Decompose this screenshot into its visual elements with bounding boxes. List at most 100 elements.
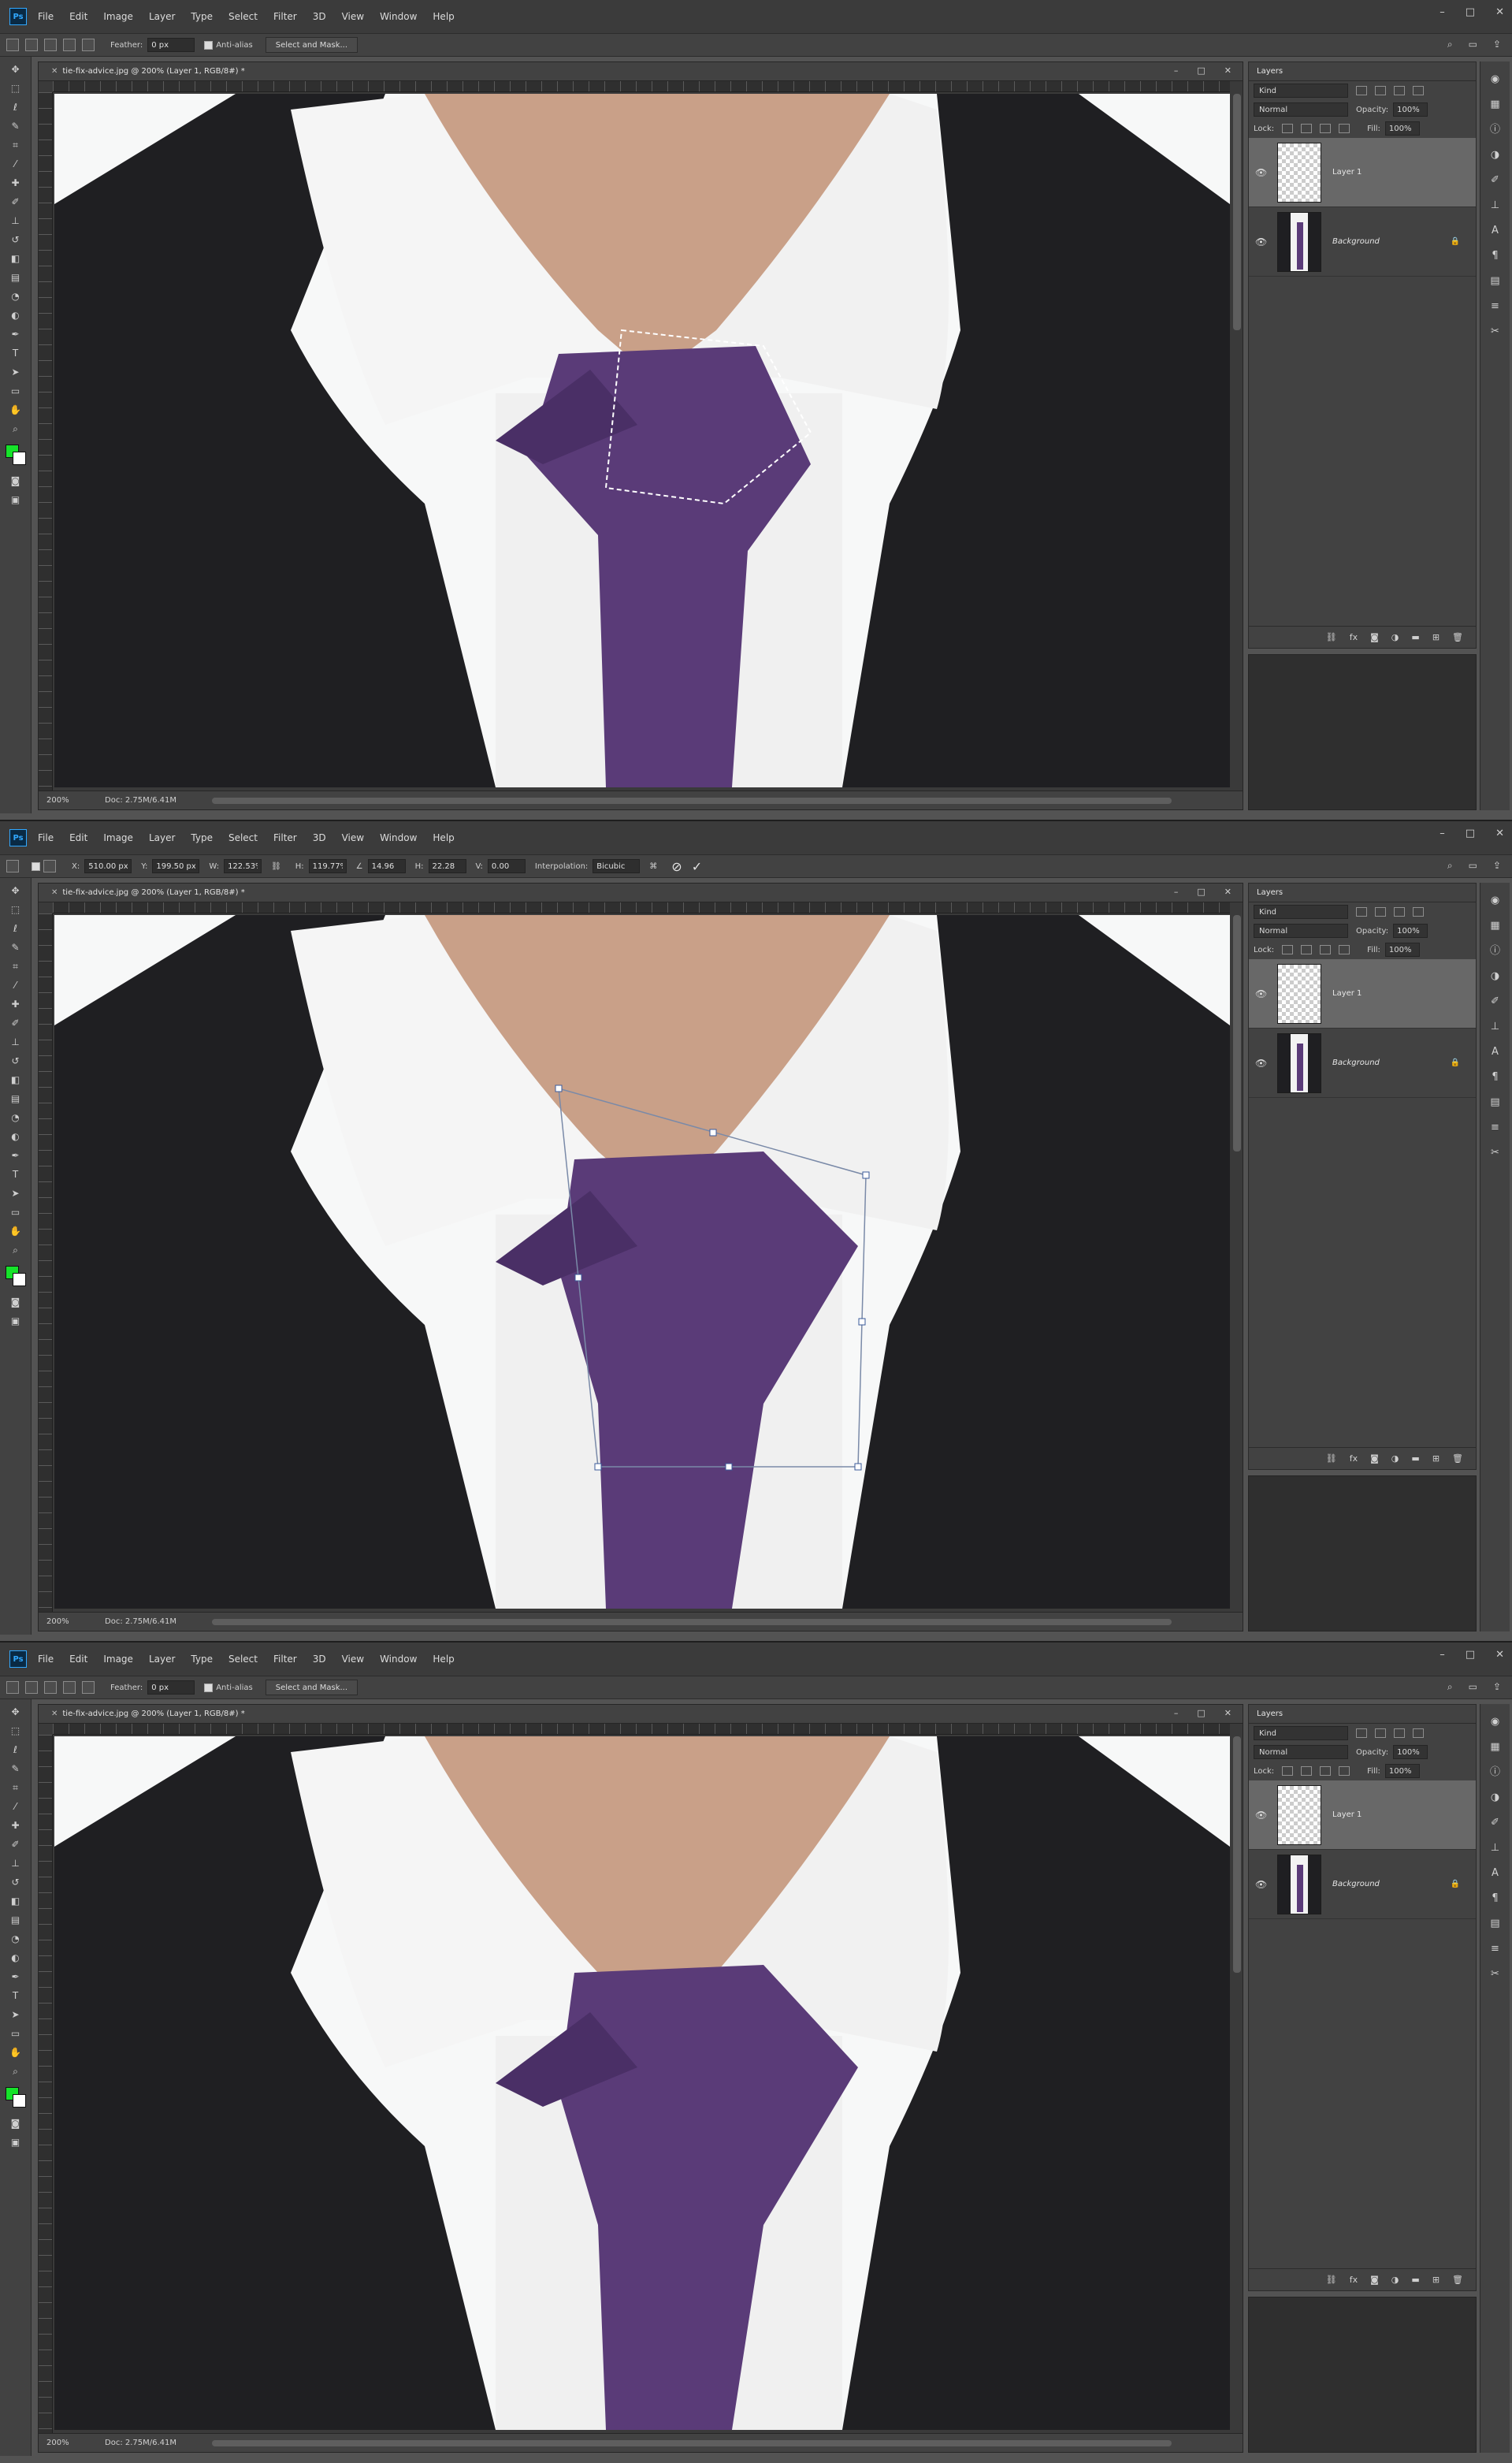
fx-icon[interactable]: fx	[1350, 632, 1358, 642]
search-icon[interactable]: ⌕	[1447, 1681, 1453, 1693]
clone-stamp-tool-icon[interactable]: ⊥	[8, 214, 24, 227]
fill-input[interactable]: 100%	[1384, 1764, 1420, 1778]
menu-filter[interactable]: Filter	[273, 11, 297, 22]
filter-pixel-icon[interactable]	[1356, 907, 1367, 917]
layer-row-background[interactable]: 👁 Background 🔒	[1249, 207, 1476, 277]
adjustments-icon[interactable]: ◑	[1488, 969, 1503, 984]
polygonal-lasso-preset-icon[interactable]	[6, 1681, 19, 1694]
filter-shape-icon[interactable]	[1413, 86, 1424, 95]
info-icon[interactable]: ⓘ	[1488, 944, 1503, 958]
new-selection-icon[interactable]	[25, 1681, 38, 1694]
new-selection-icon[interactable]	[25, 39, 38, 51]
reference-point-checkbox[interactable]	[32, 861, 40, 871]
blur-tool-icon[interactable]: ◔	[8, 1933, 24, 1945]
warp-icon[interactable]: ⌘	[649, 862, 657, 871]
shape-tool-icon[interactable]: ▭	[8, 2027, 24, 2040]
healing-tool-icon[interactable]: ✚	[8, 1819, 24, 1832]
tool-presets-icon[interactable]: ✂	[1488, 1967, 1503, 1981]
dodge-tool-icon[interactable]: ◐	[8, 1951, 24, 1964]
menu-select[interactable]: Select	[228, 11, 258, 22]
layers-tab[interactable]: Layers	[1249, 62, 1476, 81]
doc-minimize-icon[interactable]: –	[1174, 65, 1179, 76]
quick-select-tool-icon[interactable]: ✎	[8, 120, 24, 132]
tool-presets-icon[interactable]: ✂	[1488, 325, 1503, 339]
image-canvas[interactable]	[54, 915, 1230, 1609]
maximize-icon[interactable]: □	[1466, 6, 1475, 18]
layers-tab[interactable]: Layers	[1249, 1705, 1476, 1724]
add-selection-icon[interactable]	[44, 39, 57, 51]
quick-select-tool-icon[interactable]: ✎	[8, 941, 24, 954]
maximize-icon[interactable]: □	[1466, 828, 1475, 839]
menu-edit[interactable]: Edit	[69, 832, 87, 843]
new-layer-icon[interactable]: ⊞	[1432, 2275, 1440, 2285]
marquee-tool-icon[interactable]: ⬚	[8, 1724, 24, 1737]
visibility-eye-icon[interactable]: 👁	[1255, 167, 1268, 178]
menu-window[interactable]: Window	[380, 11, 417, 22]
screen-mode-icon[interactable]: ▣	[8, 1315, 24, 1327]
fill-input[interactable]: 100%	[1384, 121, 1420, 136]
mask-icon[interactable]: ◙	[1370, 2275, 1379, 2285]
brush-settings-icon[interactable]: ✐	[1488, 995, 1503, 1009]
filter-adjustment-icon[interactable]	[1375, 86, 1386, 95]
tab-close-icon[interactable]: ✕	[51, 1710, 58, 1718]
gradient-tool-icon[interactable]: ▤	[8, 1092, 24, 1105]
character-icon[interactable]: A	[1488, 1045, 1503, 1059]
blend-mode-select[interactable]: Normal	[1254, 102, 1348, 117]
workspace-icon[interactable]: ▭	[1469, 39, 1477, 50]
workspace-icon[interactable]: ▭	[1469, 860, 1477, 872]
share-icon[interactable]: ⇪	[1493, 860, 1501, 872]
search-icon[interactable]: ⌕	[1447, 39, 1453, 50]
reference-point-icon[interactable]	[43, 860, 56, 872]
blur-tool-icon[interactable]: ◔	[8, 1111, 24, 1124]
layer-row-layer-1[interactable]: 👁 Layer 1	[1249, 959, 1476, 1029]
info-icon[interactable]: ⓘ	[1488, 123, 1503, 137]
doc-close-icon[interactable]: ✕	[1224, 65, 1232, 76]
vertical-scrollbar[interactable]	[1233, 915, 1241, 1152]
layer-row-layer-1[interactable]: 👁 Layer 1	[1249, 138, 1476, 207]
color-swatches[interactable]	[4, 1264, 28, 1289]
shape-tool-icon[interactable]: ▭	[8, 385, 24, 397]
paragraph-icon[interactable]: ¶	[1488, 1892, 1503, 1906]
hand-tool-icon[interactable]: ✋	[8, 404, 24, 416]
paragraph-icon[interactable]: ¶	[1488, 249, 1503, 263]
blend-mode-select[interactable]: Normal	[1254, 1745, 1348, 1759]
type-tool-icon[interactable]: T	[8, 347, 24, 359]
lasso-tool-icon[interactable]: ℓ	[8, 1743, 24, 1756]
menu-file[interactable]: File	[38, 11, 54, 22]
menu-help[interactable]: Help	[433, 1654, 454, 1665]
quick-mask-icon[interactable]: ◙	[8, 2117, 24, 2130]
history-brush-tool-icon[interactable]: ↺	[8, 1876, 24, 1888]
lock-transparent-icon[interactable]	[1282, 1766, 1294, 1776]
swatches-icon[interactable]: ▦	[1488, 1740, 1503, 1754]
visibility-eye-icon[interactable]: 👁	[1255, 988, 1268, 999]
path-select-tool-icon[interactable]: ➤	[8, 2008, 24, 2021]
marquee-tool-icon[interactable]: ⬚	[8, 82, 24, 95]
zoom-readout[interactable]: 200%	[46, 796, 81, 805]
screen-mode-icon[interactable]: ▣	[8, 2136, 24, 2149]
doc-close-icon[interactable]: ✕	[1224, 1708, 1232, 1718]
blend-mode-select[interactable]: Normal	[1254, 924, 1348, 938]
layer-row-layer-1[interactable]: 👁 Layer 1	[1249, 1780, 1476, 1850]
image-canvas[interactable]	[54, 94, 1230, 787]
quick-mask-icon[interactable]: ◙	[8, 474, 24, 487]
menu-layer[interactable]: Layer	[149, 1654, 175, 1665]
adjustment-icon[interactable]: ◑	[1391, 1453, 1399, 1464]
opacity-input[interactable]: 100%	[1393, 102, 1428, 117]
anti-alias-checkbox[interactable]	[204, 40, 214, 50]
doc-maximize-icon[interactable]: □	[1197, 887, 1205, 897]
link-icon[interactable]: ⛓	[1326, 632, 1337, 642]
doc-minimize-icon[interactable]: –	[1174, 887, 1179, 897]
mask-icon[interactable]: ◙	[1370, 632, 1379, 642]
clone-source-icon[interactable]: ⊥	[1488, 199, 1503, 213]
doc-maximize-icon[interactable]: □	[1197, 1708, 1205, 1718]
brush-tool-icon[interactable]: ✐	[8, 1017, 24, 1029]
layer-row-background[interactable]: 👁 Background 🔒	[1249, 1850, 1476, 1919]
anti-alias-checkbox[interactable]	[204, 1683, 214, 1692]
dodge-tool-icon[interactable]: ◐	[8, 309, 24, 322]
move-tool-icon[interactable]: ✥	[8, 1706, 24, 1718]
menu-window[interactable]: Window	[380, 832, 417, 843]
menu-edit[interactable]: Edit	[69, 11, 87, 22]
horizontal-scrollbar[interactable]	[212, 2440, 1172, 2446]
close-icon[interactable]: ✕	[1495, 6, 1504, 18]
minimize-icon[interactable]: –	[1440, 6, 1445, 18]
